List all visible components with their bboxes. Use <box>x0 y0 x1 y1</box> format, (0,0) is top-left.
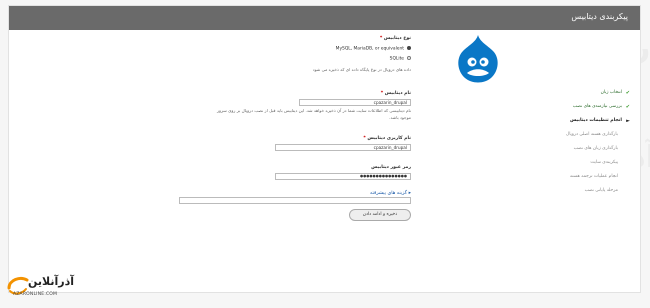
drupal-logo <box>458 35 498 83</box>
step-finished: مرحله پایانی نصب <box>470 188 630 202</box>
required-marker: * <box>379 36 383 41</box>
installer-panel: پیکربندی دیتابیس ✔ انتخاب زبان ✔ بررسی نیا… <box>8 5 641 293</box>
step-finish-translations: انجام عملیات ترجمه هسته <box>470 174 630 188</box>
db-user-label: نام کاربری دیتابیس * <box>363 136 411 141</box>
required-marker: * <box>380 91 384 96</box>
step-label: انتخاب زبان <box>600 90 622 95</box>
advanced-options-toggle[interactable]: ▸ گزینه های پیشرفته <box>370 191 411 196</box>
brand-logo: آذرآنلاین AZARONLINE.COM <box>6 274 75 306</box>
step-install-translations: بارگذاری زبان های نصب <box>470 146 630 160</box>
db-name-label: نام دیتابیس * <box>380 91 411 96</box>
brand-url: AZARONLINE.COM <box>13 292 58 297</box>
step-verify-requirements: ✔ بررسی نیازمندی های نصب <box>470 104 630 118</box>
step-label: مرحله پایانی نصب <box>584 188 618 193</box>
step-label: پیکربندی سایت <box>590 160 618 165</box>
installation-steps: ✔ انتخاب زبان ✔ بررسی نیازمندی های نصب ► ان… <box>470 90 630 202</box>
radio-selected-icon[interactable] <box>407 46 411 50</box>
advanced-options-field[interactable] <box>179 197 411 204</box>
step-label: بارگذاری هسته اصلی دروپال <box>566 132 618 137</box>
db-user-input[interactable]: cpazarin_drupal <box>275 144 411 151</box>
step-label: انجام عملیات ترجمه هسته <box>569 174 618 179</box>
db-type-option-sqlite[interactable]: SQLite <box>390 56 411 62</box>
db-name-description: نام دیتابیسی که اطلاعات سایت شما در آن ذ… <box>216 108 411 113</box>
step-label: انجام تنظیمات دیتابیس <box>569 118 622 123</box>
db-name-description-2: موجود باشد. <box>389 115 411 120</box>
step-label: بارگذاری زبان های نصب <box>573 146 618 151</box>
save-and-continue-button[interactable]: ذخیره و ادامه دادن <box>349 209 411 221</box>
required-marker: * <box>363 136 366 141</box>
current-step-icon: ► <box>626 118 630 124</box>
expand-arrow-icon: ▸ <box>408 191 411 196</box>
step-label: بررسی نیازمندی های نصب <box>572 104 622 109</box>
panel-header: پیکربندی دیتابیس <box>9 6 640 30</box>
db-type-option-mysql[interactable]: MySQL, MariaDB, or equivalent <box>336 46 411 52</box>
step-configure-site: پیکربندی سایت <box>470 160 630 174</box>
radio-icon[interactable] <box>407 56 411 60</box>
db-type-description: داده های دروپال در نوع پایگاه داده ای که… <box>312 67 411 72</box>
db-type-label: نوع دیتابیس * <box>379 36 411 41</box>
check-icon: ✔ <box>625 90 630 96</box>
db-pass-input[interactable]: ●●●●●●●●●●●●●●● <box>275 173 411 180</box>
brand-name: آذرآنلاین <box>28 275 75 288</box>
page-title: پیکربندی دیتابیس <box>571 12 628 21</box>
step-database-setup: ► انجام تنظیمات دیتابیس <box>470 118 630 132</box>
check-icon: ✔ <box>625 104 630 110</box>
step-choose-language: ✔ انتخاب زبان <box>470 90 630 104</box>
step-install-core: بارگذاری هسته اصلی دروپال <box>470 132 630 146</box>
db-name-input[interactable]: cpazarin_drupal <box>299 99 411 106</box>
db-pass-label: رمز عبور دیتابیس <box>371 165 411 170</box>
